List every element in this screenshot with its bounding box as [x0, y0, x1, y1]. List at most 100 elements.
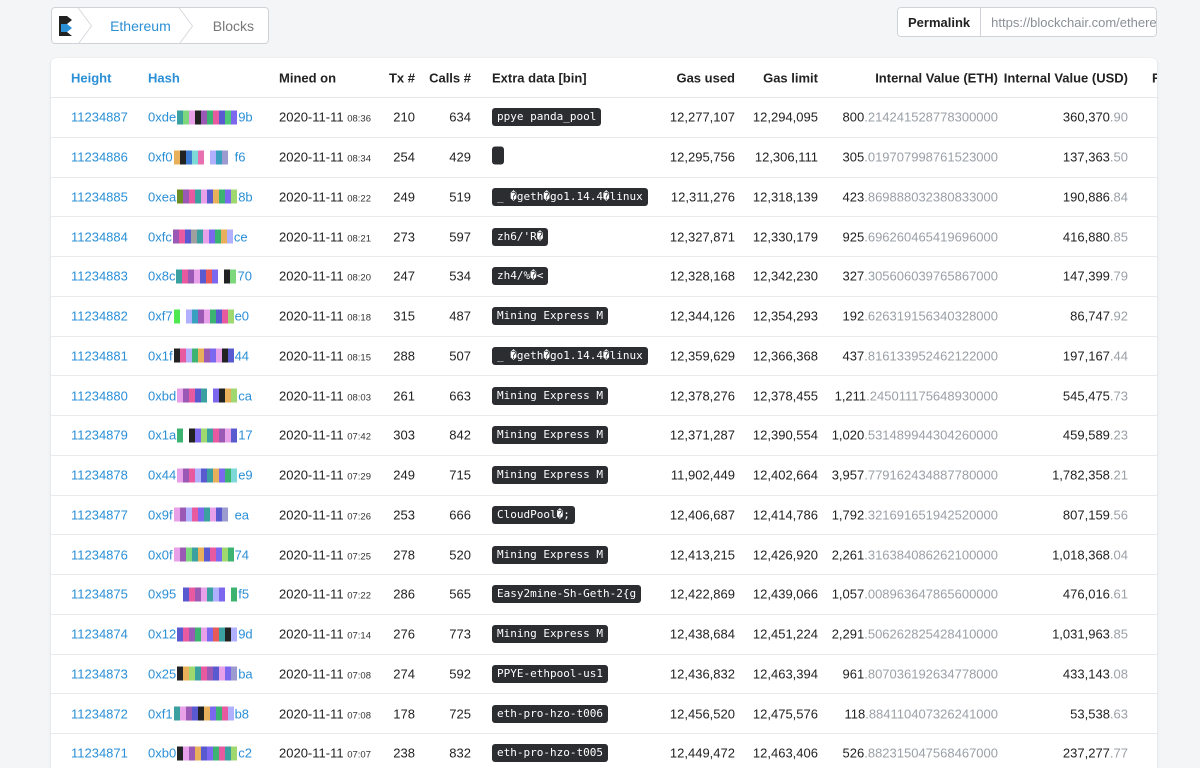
hash-identicon-icon	[173, 348, 234, 363]
block-hash-link[interactable]: 0xf1 b8	[148, 706, 249, 721]
hash-suffix: ea	[234, 507, 250, 523]
block-height-link[interactable]: 11234883	[71, 269, 128, 284]
block-height-link[interactable]: 11234887	[71, 110, 128, 125]
col-internal-value-eth[interactable]: Internal Value (ETH)	[875, 70, 998, 85]
internal-value-usd: 147,399.79	[1063, 269, 1128, 284]
col-gas-used[interactable]: Gas used	[676, 70, 735, 85]
mined-date: 2020-11-11	[279, 348, 344, 364]
block-height-link[interactable]: 11234872	[71, 706, 128, 721]
col-mined-on[interactable]: Mined on	[279, 70, 336, 85]
hash-prefix: 0x0f	[148, 547, 173, 563]
gas-limit: 12,354,293	[752, 308, 818, 324]
block-hash-link[interactable]: 0x95 f5	[148, 587, 249, 602]
col-tx-count[interactable]: Tx #	[389, 70, 415, 85]
mined-on: 2020-11-11 08:21	[279, 229, 371, 244]
internal-value-eth: 2,261.316384086262100000	[832, 547, 998, 562]
hash-prefix: 0xbd	[148, 388, 177, 404]
block-height-link[interactable]: 11234879	[71, 428, 128, 443]
internal-value-usd-frac: .84	[1109, 189, 1128, 205]
col-extra-data[interactable]: Extra data [bin]	[492, 70, 587, 85]
col-calls-count[interactable]: Calls #	[429, 70, 471, 85]
block-height-link[interactable]: 11234882	[71, 309, 128, 324]
extra-data	[492, 146, 504, 168]
hash-suffix: 44	[234, 348, 250, 364]
block-height-link[interactable]: 11234885	[71, 189, 128, 204]
mined-on: 2020-11-11 07:26	[279, 507, 371, 522]
block-height-link[interactable]: 11234878	[71, 468, 128, 483]
block-height-link[interactable]: 11234886	[71, 150, 128, 165]
gas-used: 12,378,276	[669, 388, 735, 404]
block-height-link[interactable]: 11234874	[71, 627, 128, 642]
table-body: 11234887 0xde 9b 2020-11-11 08:36 210 63…	[51, 98, 1157, 768]
internal-value-eth: 925.696260465419696000	[843, 229, 998, 244]
block-hash-link[interactable]: 0xde 9b	[148, 110, 253, 125]
block-height-link[interactable]: 11234877	[71, 507, 128, 522]
permalink-url-input[interactable]: https://blockchair.com/ethereu	[981, 8, 1156, 36]
internal-value-eth-int: 423	[842, 189, 865, 205]
mined-on: 2020-11-11 08:03	[279, 388, 371, 403]
block-hash-link[interactable]: 0x8c 70	[148, 269, 252, 284]
extra-data-badge: CloudPool�;	[492, 505, 575, 524]
col-hash[interactable]: Hash	[148, 70, 180, 85]
internal-value-usd-frac: .85	[1109, 626, 1128, 642]
internal-value-eth-int: 961	[842, 666, 865, 682]
mined-on: 2020-11-11 07:22	[279, 587, 371, 602]
col-internal-value-usd[interactable]: Internal Value (USD)	[1004, 70, 1128, 85]
table-row: 11234877 0x9f ea 2020-11-11 07:26 253 66…	[51, 496, 1157, 536]
block-hash-link[interactable]: 0xf0 f6	[148, 150, 245, 165]
calls-count: 592	[449, 666, 471, 682]
internal-value-usd: 137,363.50	[1063, 150, 1128, 165]
block-height-link[interactable]: 11234880	[71, 388, 128, 403]
internal-value-usd: 459,589.23	[1063, 428, 1128, 443]
block-hash-link[interactable]: 0x9f ea	[148, 507, 249, 522]
block-hash-link[interactable]: 0x25 ba	[148, 666, 253, 681]
extra-data: _ �geth�go1.14.4�linux	[492, 346, 648, 365]
internal-value-eth: 1,792.321691651942520000	[832, 507, 998, 522]
block-height-link[interactable]: 11234875	[71, 587, 128, 602]
breadcrumb-ethereum-link[interactable]: Ethereum	[96, 8, 181, 43]
block-height-link[interactable]: 11234884	[71, 229, 128, 244]
extra-data: Mining Express M	[492, 545, 608, 564]
gas-limit: 12,390,554	[752, 427, 818, 443]
extra-data: Easy2mine-Sh-Geth-2{g	[492, 585, 642, 604]
block-hash-link[interactable]: 0x1a 17	[148, 428, 253, 443]
internal-value-usd-int: 197,167	[1062, 348, 1110, 364]
block-hash-link[interactable]: 0xbd ca	[148, 388, 252, 403]
internal-value-eth-frac: .531489944304260000	[864, 427, 998, 443]
block-hash-link[interactable]: 0xea 8b	[148, 189, 253, 204]
block-hash-link[interactable]: 0xf7 e0	[148, 309, 249, 324]
blockchair-logo-icon[interactable]	[52, 8, 80, 43]
internal-value-eth-int: 3,957	[831, 467, 865, 483]
mined-time: 08:22	[347, 193, 371, 205]
block-hash-link[interactable]: 0xb0 c2	[148, 746, 252, 761]
block-height-link[interactable]: 11234873	[71, 666, 128, 681]
block-hash-link[interactable]: 0x44 e9	[148, 468, 253, 483]
col-fee[interactable]: Fe	[1152, 70, 1157, 85]
block-height-link[interactable]: 11234871	[71, 746, 128, 761]
gas-limit: 12,463,406	[752, 745, 818, 761]
internal-value-usd-int: 433,143	[1062, 666, 1110, 682]
internal-value-usd: 1,031,963.85	[1052, 627, 1128, 642]
internal-value-usd-int: 190,886	[1062, 189, 1110, 205]
extra-data: _ �geth�go1.14.4�linux	[492, 187, 648, 206]
mined-on: 2020-11-11 07:08	[279, 666, 371, 681]
internal-value-eth-int: 1,211	[834, 388, 867, 404]
col-height[interactable]: Height	[71, 70, 111, 85]
permalink-label[interactable]: Permalink	[898, 8, 982, 36]
block-height-link[interactable]: 11234876	[71, 547, 128, 562]
block-hash-link[interactable]: 0xfc ce	[148, 229, 248, 244]
tx-count: 273	[393, 229, 415, 245]
hash-identicon-icon	[172, 229, 233, 244]
col-gas-limit[interactable]: Gas limit	[763, 70, 818, 85]
gas-used: 12,449,472	[669, 745, 735, 761]
internal-value-eth-int: 305	[842, 149, 865, 165]
hash-identicon-icon	[173, 547, 234, 562]
hash-identicon-icon	[177, 746, 238, 761]
tx-count: 249	[393, 467, 415, 483]
block-height-link[interactable]: 11234881	[71, 348, 128, 363]
block-hash-link[interactable]: 0x1f 44	[148, 348, 249, 363]
block-hash-link[interactable]: 0x12 9d	[148, 627, 253, 642]
hash-suffix: ba	[238, 666, 253, 682]
block-hash-link[interactable]: 0x0f 74	[148, 547, 249, 562]
mined-time: 07:25	[347, 551, 371, 563]
